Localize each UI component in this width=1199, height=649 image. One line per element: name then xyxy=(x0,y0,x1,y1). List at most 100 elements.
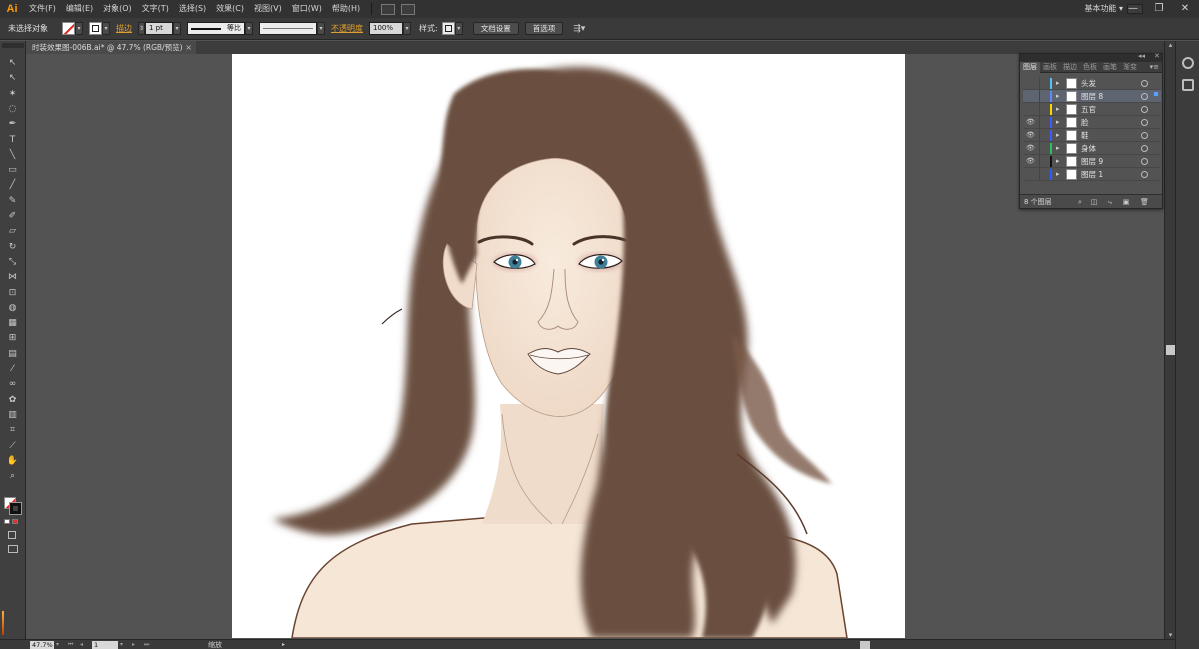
layer-row[interactable]: 👁 ▸ 身体 xyxy=(1023,142,1161,155)
layer-name[interactable]: 五官 xyxy=(1081,103,1096,116)
layer-row[interactable]: 👁 ▸ 图层 9 xyxy=(1023,155,1161,168)
opacity-field[interactable]: 100% xyxy=(369,22,403,35)
paintbrush-tool-icon[interactable]: ╱ xyxy=(6,179,19,191)
slice-tool-icon[interactable]: ⟋ xyxy=(6,440,19,452)
fill-dropdown[interactable]: ▾ xyxy=(75,22,83,35)
target-circle-icon[interactable] xyxy=(1141,93,1148,100)
artboard-dropdown-icon[interactable]: ▾ xyxy=(120,640,123,649)
new-layer-icon[interactable]: ▣ xyxy=(1122,198,1130,206)
screen-mode-icon[interactable] xyxy=(8,545,18,553)
close-tab-icon[interactable]: × xyxy=(185,41,192,54)
mesh-tool-icon[interactable]: ⊞ xyxy=(6,332,19,344)
arrange-icon[interactable]: ⇶▾ xyxy=(573,24,585,34)
tab-swatches[interactable]: 色板 xyxy=(1080,62,1100,73)
document-tab[interactable]: 时装效果图-006B.ai* @ 47.7% (RGB/预览) × xyxy=(26,41,196,54)
scroll-down-arrow[interactable]: ▾ xyxy=(1166,631,1175,639)
lock-toggle[interactable] xyxy=(1039,155,1040,168)
shape-builder-tool-icon[interactable]: ◍ xyxy=(6,302,19,314)
toolbar-grip[interactable] xyxy=(2,43,24,48)
variable-width-profile[interactable]: 等比 xyxy=(187,22,245,35)
menu-window[interactable]: 窗口(W) xyxy=(287,0,327,18)
layer-name[interactable]: 鞋 xyxy=(1081,129,1089,142)
stroke-weight-dropdown[interactable]: ▾ xyxy=(173,22,181,35)
status-menu-icon[interactable]: ▸ xyxy=(282,640,285,649)
make-clipping-mask-icon[interactable]: ◫ xyxy=(1090,198,1098,206)
layer-row[interactable]: 👁 ▸ 鞋 xyxy=(1023,129,1161,142)
expand-triangle-icon[interactable]: ▸ xyxy=(1056,91,1060,102)
rectangle-tool-icon[interactable]: ▭ xyxy=(6,164,19,176)
layer-row[interactable]: ▸ 图层 1 xyxy=(1023,168,1161,181)
opacity-dropdown[interactable]: ▾ xyxy=(403,22,411,35)
vertical-scrollbar[interactable]: ▴ ▾ xyxy=(1164,41,1175,639)
target-circle-icon[interactable] xyxy=(1141,158,1148,165)
visibility-eye-icon[interactable]: 👁 xyxy=(1026,144,1035,153)
stroke-indicator[interactable] xyxy=(9,502,22,515)
bridge-button[interactable] xyxy=(381,3,396,15)
expand-triangle-icon[interactable]: ▸ xyxy=(1056,156,1060,167)
menu-help[interactable]: 帮助(H) xyxy=(327,0,365,18)
lock-toggle[interactable] xyxy=(1039,90,1040,103)
tab-artboards[interactable]: 画板 xyxy=(1040,62,1060,73)
last-artboard-icon[interactable]: ⏭ xyxy=(144,640,149,649)
visibility-eye-icon[interactable] xyxy=(1026,170,1035,179)
stroke-weight-field[interactable]: 1 pt xyxy=(145,22,173,35)
menu-edit[interactable]: 编辑(E) xyxy=(61,0,98,18)
profile-dropdown[interactable]: ▾ xyxy=(245,22,253,35)
locate-object-icon[interactable]: ⌕ xyxy=(1076,198,1084,206)
arrange-documents-button[interactable] xyxy=(401,3,416,15)
target-circle-icon[interactable] xyxy=(1141,106,1148,113)
tab-layers[interactable]: 图层 xyxy=(1020,61,1040,73)
layer-name[interactable]: 图层 8 xyxy=(1081,90,1103,103)
blob-brush-tool-icon[interactable]: ✐ xyxy=(6,210,19,222)
stroke-dropdown[interactable]: ▾ xyxy=(102,22,110,35)
opacity-panel-link[interactable]: 不透明度 xyxy=(331,23,363,34)
expand-triangle-icon[interactable]: ▸ xyxy=(1056,78,1060,89)
prev-artboard-icon[interactable]: ◂ xyxy=(80,640,83,649)
line-tool-icon[interactable]: ╲ xyxy=(6,149,19,161)
artboard-tool-icon[interactable]: ⌗ xyxy=(6,424,19,436)
layer-name[interactable]: 头发 xyxy=(1081,77,1096,90)
scroll-up-arrow[interactable]: ▴ xyxy=(1166,41,1175,49)
collapse-panel-icon[interactable]: ◂◂ xyxy=(1138,52,1145,60)
expand-triangle-icon[interactable]: ▸ xyxy=(1056,104,1060,115)
layer-row[interactable]: ▸ 图层 8 xyxy=(1023,90,1161,103)
horizontal-scroll-thumb[interactable] xyxy=(860,641,870,649)
perspective-grid-tool-icon[interactable]: ▦ xyxy=(6,317,19,329)
free-transform-tool-icon[interactable]: ⊡ xyxy=(6,287,19,299)
pencil-tool-icon[interactable]: ✎ xyxy=(6,195,19,207)
target-circle-icon[interactable] xyxy=(1141,145,1148,152)
blend-tool-icon[interactable]: ∞ xyxy=(6,378,19,390)
fill-color-swatch[interactable] xyxy=(62,22,75,35)
menu-file[interactable]: 文件(F) xyxy=(24,0,61,18)
draw-mode-icon[interactable] xyxy=(8,531,16,539)
vertical-scroll-thumb[interactable] xyxy=(1166,345,1175,355)
next-artboard-icon[interactable]: ▸ xyxy=(132,640,135,649)
lock-toggle[interactable] xyxy=(1039,129,1040,142)
lock-toggle[interactable] xyxy=(1039,77,1040,90)
menu-object[interactable]: 对象(O) xyxy=(98,0,137,18)
zoom-tool-icon[interactable]: ⌕ xyxy=(6,470,19,482)
lasso-tool-icon[interactable]: ◌ xyxy=(6,103,19,115)
selection-tool-icon[interactable]: ↖ xyxy=(6,57,19,69)
magic-wand-tool-icon[interactable]: ✶ xyxy=(6,88,19,100)
artboard-number-field[interactable]: 1 xyxy=(92,641,118,649)
direct-selection-tool-icon[interactable]: ↖ xyxy=(6,72,19,84)
layer-name[interactable]: 图层 1 xyxy=(1081,168,1103,181)
column-graph-tool-icon[interactable]: ▥ xyxy=(6,409,19,421)
default-colors-icon[interactable] xyxy=(4,519,10,524)
symbol-sprayer-tool-icon[interactable]: ✿ xyxy=(6,394,19,406)
hand-tool-icon[interactable]: ✋ xyxy=(6,455,19,467)
lock-toggle[interactable] xyxy=(1039,103,1040,116)
type-tool-icon[interactable]: T xyxy=(6,134,19,146)
brush-dropdown[interactable]: ▾ xyxy=(317,22,325,35)
tab-brushes[interactable]: 画笔 xyxy=(1100,62,1120,73)
new-sublayer-icon[interactable]: ⤷ xyxy=(1106,198,1114,206)
document-setup-button[interactable]: 文档设置 xyxy=(472,22,519,35)
layer-row[interactable]: ▸ 五官 xyxy=(1023,103,1161,116)
target-circle-icon[interactable] xyxy=(1141,80,1148,87)
tab-stroke[interactable]: 描边 xyxy=(1060,62,1080,73)
zoom-field[interactable]: 47.7% xyxy=(30,641,54,649)
target-circle-icon[interactable] xyxy=(1141,171,1148,178)
visibility-eye-icon[interactable]: 👁 xyxy=(1026,157,1035,166)
canvas[interactable] xyxy=(26,54,1164,638)
